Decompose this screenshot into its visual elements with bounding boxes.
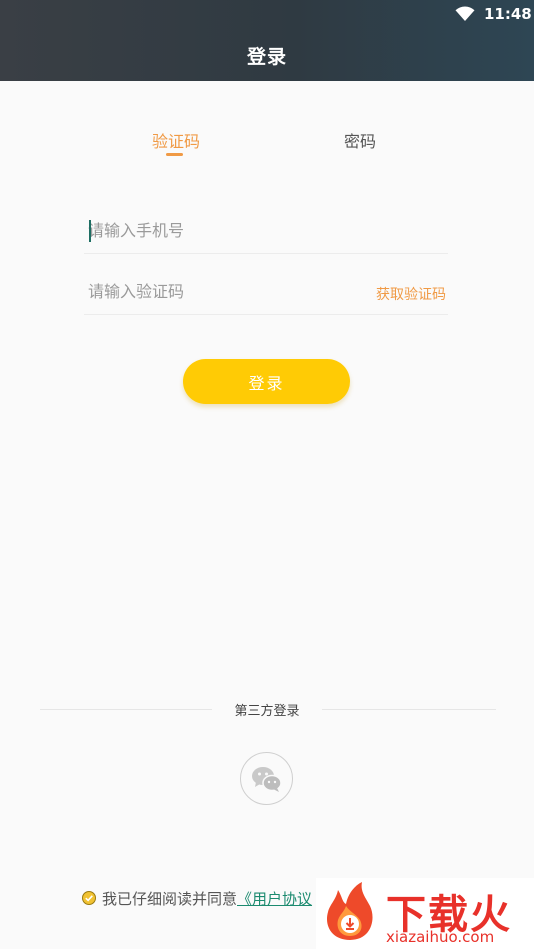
phone-input[interactable] (88, 217, 348, 243)
divider-right (322, 709, 496, 710)
tab-sms-code[interactable]: 验证码 (152, 128, 200, 152)
verification-code-input[interactable] (88, 278, 348, 304)
wifi-icon (455, 6, 475, 22)
watermark: 下载火 xiazaihuo.com (316, 878, 534, 949)
wechat-icon (252, 767, 282, 792)
watermark-url: xiazaihuo.com (386, 928, 495, 946)
text-caret (89, 220, 91, 242)
tab-password[interactable]: 密码 (344, 128, 376, 152)
get-code-button[interactable]: 获取验证码 (376, 284, 446, 304)
agreement-row: 我已仔细阅读并同意《用户协议 (82, 888, 312, 909)
agree-check-icon[interactable] (82, 891, 96, 905)
status-bar: 11:48 (0, 0, 534, 28)
wechat-login-button[interactable] (240, 752, 293, 805)
user-agreement-link[interactable]: 《用户协议 (237, 890, 312, 908)
phone-field-row (84, 191, 448, 254)
code-field-row: 获取验证码 (84, 252, 448, 315)
flame-logo-icon (326, 882, 373, 940)
agreement-text: 我已仔细阅读并同意 (102, 890, 238, 908)
tab-active-indicator (166, 153, 183, 156)
login-button[interactable]: 登录 (183, 359, 350, 404)
page-title: 登录 (246, 46, 287, 68)
status-time: 11:48 (484, 5, 532, 23)
